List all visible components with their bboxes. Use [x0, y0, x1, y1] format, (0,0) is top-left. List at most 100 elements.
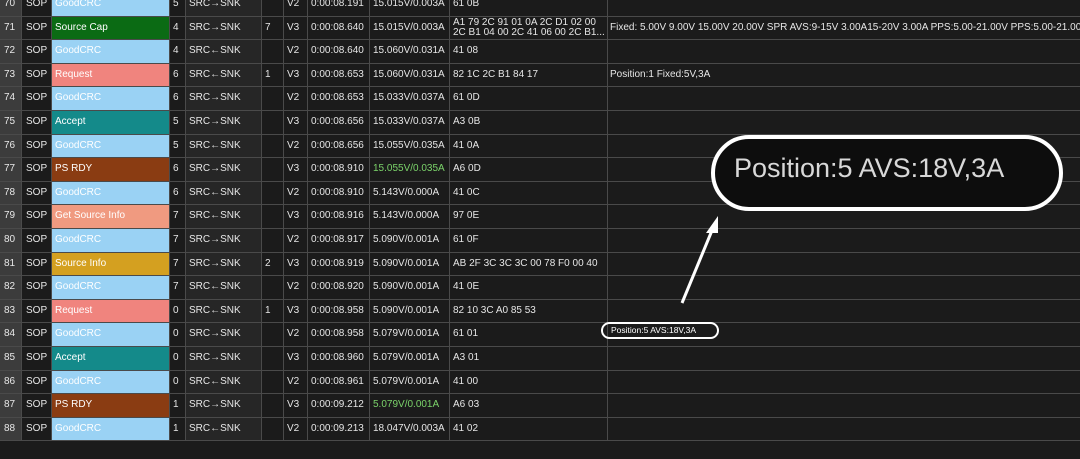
timestamp-cell: 0:00:08.916: [308, 205, 370, 228]
spec-revision-cell: V2: [284, 87, 308, 110]
message-type-cell: PS RDY: [52, 158, 170, 181]
object-count-cell: [262, 394, 284, 417]
message-type-cell: Request: [52, 299, 170, 323]
timestamp-cell: 0:00:08.653: [308, 87, 370, 110]
raw-data-cell: 61 0B: [450, 0, 608, 16]
row-index-cell: 76: [0, 134, 22, 158]
timestamp-cell: 0:00:08.653: [308, 63, 370, 87]
object-count-cell: [262, 134, 284, 158]
sop-cell: SOP: [22, 87, 52, 110]
message-type-cell: GoodCRC: [52, 417, 170, 441]
table-row[interactable]: 84 SOP GoodCRC 0 SRC→SNK V2 0:00:08.958 5.079V/…: [0, 323, 1080, 347]
table-row[interactable]: 87 SOP PS RDY 1 SRC→SNK V3 0:00:09.212 5.079V/0…: [0, 394, 1080, 418]
vbus-cell: 5.143V/0.000A: [370, 205, 450, 228]
sop-cell: SOP: [22, 0, 52, 16]
object-count-cell: [262, 205, 284, 228]
message-id-cell: 7: [170, 229, 186, 252]
row-index-cell: 74: [0, 87, 22, 110]
table-row[interactable]: 73 SOP Request 6 SRC←SNK 1 V3 0:00:08.653 15.060…: [0, 63, 1080, 88]
row-index-cell: 77: [0, 158, 22, 181]
sop-cell: SOP: [22, 323, 52, 346]
timestamp-cell: 0:00:08.958: [308, 323, 370, 346]
vbus-cell: 15.055V/0.035A: [370, 158, 450, 181]
table-row[interactable]: 81 SOP Source Info 7 SRC→SNK 2 V3 0:00:08.919 5.…: [0, 252, 1080, 277]
message-type-cell: GoodCRC: [52, 134, 170, 158]
message-type-cell: GoodCRC: [52, 370, 170, 394]
spec-revision-cell: V2: [284, 370, 308, 394]
table-row[interactable]: 88 SOP GoodCRC 1 SRC←SNK V2 0:00:09.213 18.047V…: [0, 417, 1080, 442]
sop-cell: SOP: [22, 299, 52, 323]
timestamp-cell: 0:00:08.917: [308, 229, 370, 252]
table-row[interactable]: 71 SOP Source Cap 4 SRC→SNK 7 V3 0:00:08.640 15.…: [0, 16, 1080, 41]
object-count-cell: [262, 87, 284, 110]
direction-cell: SRC←SNK: [186, 205, 262, 228]
message-type-cell: Request: [52, 63, 170, 87]
raw-data-cell: A6 03: [450, 394, 608, 417]
table-row[interactable]: 86 SOP GoodCRC 0 SRC←SNK V2 0:00:08.961 5.079V/…: [0, 370, 1080, 395]
table-row[interactable]: 80 SOP GoodCRC 7 SRC→SNK V2 0:00:08.917 5.090V/…: [0, 229, 1080, 253]
row-index-cell: 75: [0, 111, 22, 134]
spec-revision-cell: V3: [284, 394, 308, 417]
message-type-cell: GoodCRC: [52, 181, 170, 205]
direction-cell: SRC←SNK: [186, 299, 262, 323]
message-id-cell: 1: [170, 417, 186, 441]
spec-revision-cell: V2: [284, 0, 308, 16]
vbus-cell: 18.047V/0.003A: [370, 417, 450, 441]
direction-cell: SRC→SNK: [186, 394, 262, 417]
table-row[interactable]: 74 SOP GoodCRC 6 SRC→SNK V2 0:00:08.653 15.033V…: [0, 87, 1080, 111]
message-type-cell: Get Source Info: [52, 205, 170, 228]
message-type-cell: Accept: [52, 347, 170, 370]
raw-data-cell: 41 08: [450, 40, 608, 63]
table-row[interactable]: 70 SOP GoodCRC 5 SRC→SNK V2 0:00:08.191 15.015V…: [0, 0, 1080, 17]
message-type-cell: Source Info: [52, 252, 170, 276]
row-index-cell: 78: [0, 181, 22, 205]
object-count-cell: 1: [262, 299, 284, 323]
spec-revision-cell: V3: [284, 63, 308, 87]
spec-revision-cell: V3: [284, 299, 308, 323]
table-row[interactable]: 85 SOP Accept 0 SRC→SNK V3 0:00:08.960 5.079V/0…: [0, 347, 1080, 371]
sop-cell: SOP: [22, 181, 52, 205]
vbus-cell: 15.015V/0.003A: [370, 16, 450, 40]
spec-revision-cell: V3: [284, 111, 308, 134]
table-row[interactable]: 75 SOP Accept 5 SRC→SNK V3 0:00:08.656 15.033V/…: [0, 111, 1080, 135]
table-row[interactable]: 83 SOP Request 0 SRC←SNK 1 V3 0:00:08.958 5.090V…: [0, 299, 1080, 324]
object-count-cell: [262, 40, 284, 63]
timestamp-cell: 0:00:08.656: [308, 111, 370, 134]
raw-data-cell: AB 2F 3C 3C 3C 00 78 F0 00 40: [450, 252, 608, 276]
row-index-cell: 79: [0, 205, 22, 228]
decoded-cell: [608, 111, 1080, 134]
direction-cell: SRC→SNK: [186, 111, 262, 134]
direction-cell: SRC←SNK: [186, 40, 262, 63]
message-id-cell: 7: [170, 205, 186, 228]
pd-message-table: 70 SOP GoodCRC 5 SRC→SNK V2 0:00:08.191 15.015V…: [0, 0, 1080, 459]
spec-revision-cell: V3: [284, 205, 308, 228]
spec-revision-cell: V2: [284, 276, 308, 299]
message-id-cell: 4: [170, 40, 186, 63]
timestamp-cell: 0:00:09.213: [308, 417, 370, 441]
raw-data-cell: A3 01: [450, 347, 608, 370]
timestamp-cell: 0:00:08.656: [308, 134, 370, 158]
table-row[interactable]: 82 SOP GoodCRC 7 SRC←SNK V2 0:00:08.920 5.090V/…: [0, 276, 1080, 300]
vbus-cell: 5.090V/0.001A: [370, 229, 450, 252]
object-count-cell: [262, 158, 284, 181]
vbus-cell: 5.079V/0.001A: [370, 347, 450, 370]
message-id-cell: 6: [170, 63, 186, 87]
message-type-cell: Source Cap: [52, 16, 170, 40]
row-index-cell: 71: [0, 16, 22, 40]
sop-cell: SOP: [22, 394, 52, 417]
sop-cell: SOP: [22, 16, 52, 40]
sop-cell: SOP: [22, 134, 52, 158]
raw-data-cell: 41 00: [450, 370, 608, 394]
direction-cell: SRC←SNK: [186, 134, 262, 158]
decoded-cell: [608, 276, 1080, 299]
table-row[interactable]: 72 SOP GoodCRC 4 SRC←SNK V2 0:00:08.640 15.060V…: [0, 40, 1080, 64]
message-id-cell: 6: [170, 158, 186, 181]
object-count-cell: [262, 0, 284, 16]
vbus-cell: 15.060V/0.031A: [370, 40, 450, 63]
direction-cell: SRC←SNK: [186, 276, 262, 299]
decoded-cell: [608, 300, 1080, 323]
message-type-cell: GoodCRC: [52, 40, 170, 63]
spec-revision-cell: V2: [284, 417, 308, 441]
row-index-cell: 81: [0, 252, 22, 276]
object-count-cell: 1: [262, 63, 284, 87]
